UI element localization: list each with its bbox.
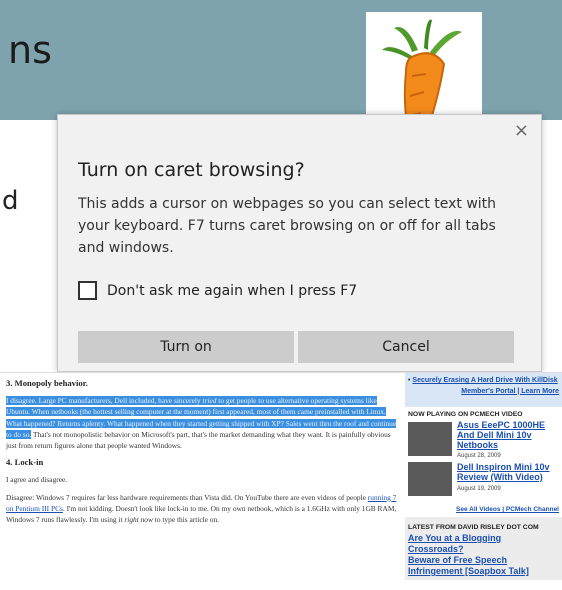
article-body: 3. Monopoly behavior. I disagree. Large …: [6, 375, 401, 531]
article-paragraph-rest: That's not monopolistic behavior on Micr…: [6, 429, 391, 451]
dialog-title: Turn on caret browsing?: [78, 159, 305, 181]
dont-ask-checkbox[interactable]: [78, 281, 97, 300]
sidebar-top-box: • Securely Erasing A Hard Drive With Kil…: [405, 373, 562, 407]
dont-ask-label[interactable]: Don't ask me again when I press F7: [107, 283, 357, 299]
video-item[interactable]: Dell Inspiron Mini 10v Review (With Vide…: [405, 462, 562, 504]
article-heading-monopoly: 3. Monopoly behavior.: [6, 378, 88, 388]
dont-ask-row[interactable]: Don't ask me again when I press F7: [78, 281, 357, 300]
latest-link-blogging[interactable]: Are You at a Blogging Crossroads?: [408, 533, 559, 555]
article-paragraph-agree: I agree and disagree.: [6, 475, 68, 485]
latest-link-free-speech[interactable]: Beware of Free Speech Infringement [Soap…: [408, 555, 559, 577]
video-date: August 19, 2009: [457, 486, 501, 492]
article-screenshot: 3. Monopoly behavior. I disagree. Large …: [0, 372, 562, 590]
article-sidebar: • Securely Erasing A Hard Drive With Kil…: [405, 373, 562, 590]
latest-label: LATEST FROM DAVID RISLEY DOT COM: [408, 524, 539, 531]
video-title-link[interactable]: Asus EeePC 1000HE And Dell Mini 10v Netb…: [457, 420, 562, 450]
slide-title-fragment: ns: [8, 28, 52, 72]
close-icon[interactable]: ×: [514, 120, 529, 141]
caret-browsing-dialog: × Turn on caret browsing? This adds a cu…: [57, 114, 542, 372]
video-title-link[interactable]: Dell Inspiron Mini 10v Review (With Vide…: [457, 462, 562, 482]
video-item[interactable]: Asus EeePC 1000HE And Dell Mini 10v Netb…: [405, 420, 562, 462]
dialog-body-text: This adds a cursor on webpages so you ca…: [78, 196, 497, 256]
turn-on-button[interactable]: Turn on: [78, 331, 294, 363]
video-thumbnail[interactable]: [408, 422, 452, 456]
article-paragraph-disagree: Disagree: Windows 7 requires far less ha…: [6, 492, 397, 525]
article-paragraph-highlighted: I disagree. Large PC manufacturers, Dell…: [6, 395, 401, 451]
video-thumbnail[interactable]: [408, 462, 452, 496]
cancel-button[interactable]: Cancel: [298, 331, 514, 363]
latest-box: LATEST FROM DAVID RISLEY DOT COM Are You…: [405, 517, 562, 580]
now-playing-label: NOW PLAYING ON PCMECH VIDEO: [408, 411, 523, 418]
slide-text-fragment: d: [2, 186, 19, 216]
video-date: August 28, 2009: [457, 453, 501, 459]
members-portal-link[interactable]: Member's Portal | Learn More: [408, 388, 559, 395]
article-heading-lockin: 4. Lock-in: [6, 457, 44, 468]
see-all-videos-link[interactable]: See All Videos | PCMech Channel: [405, 506, 559, 513]
killdisk-link[interactable]: Securely Erasing A Hard Drive With KillD…: [412, 377, 557, 384]
